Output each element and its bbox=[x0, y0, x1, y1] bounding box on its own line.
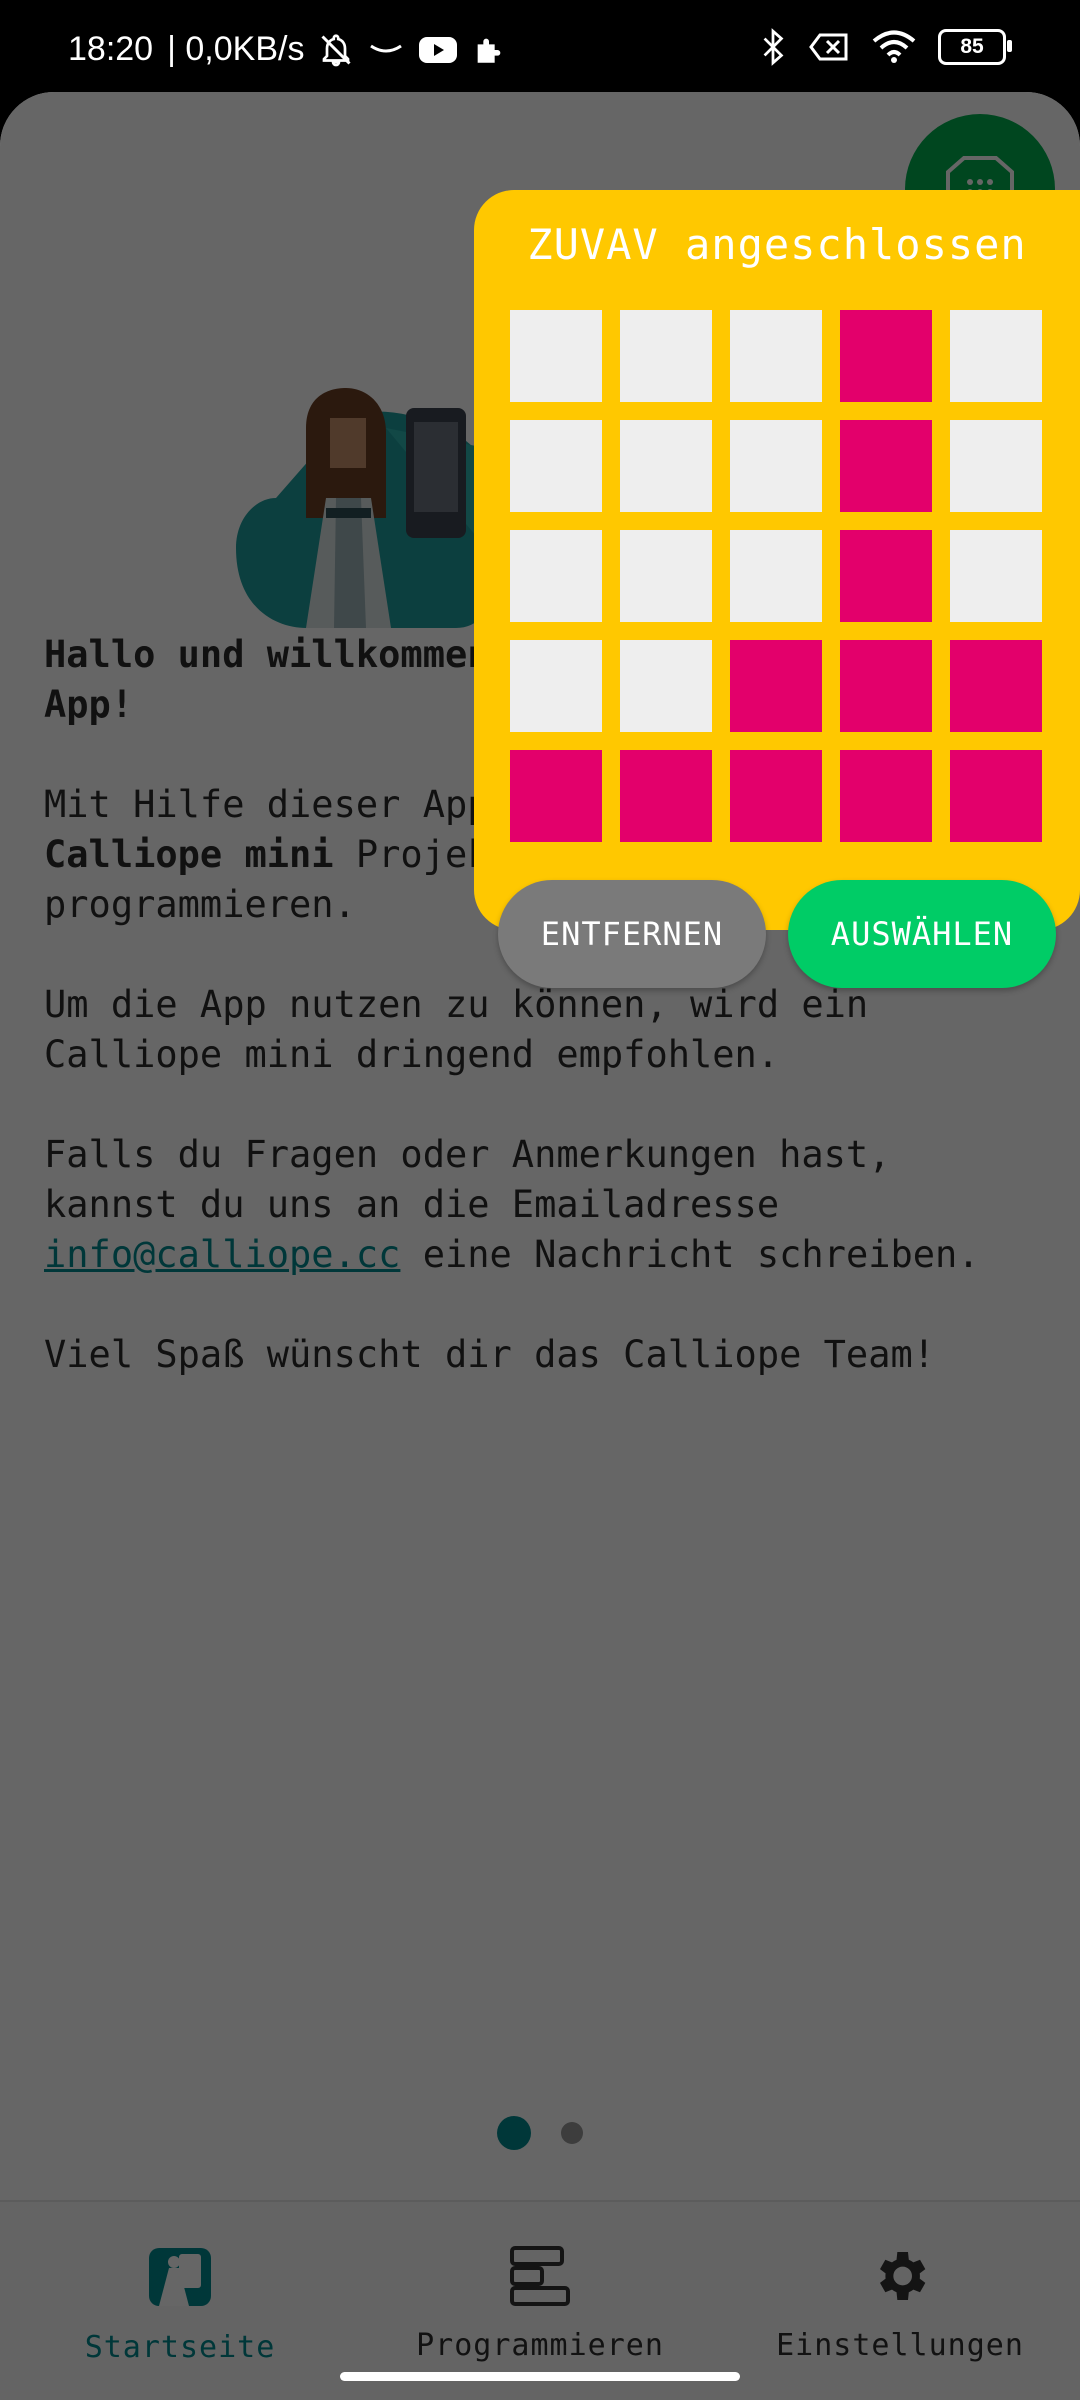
led-cell[interactable] bbox=[950, 530, 1042, 622]
status-network-speed: | 0,0KB/s bbox=[167, 30, 305, 68]
status-left: 18:20 | 0,0KB/s bbox=[68, 30, 506, 69]
page-dot-active[interactable] bbox=[497, 2116, 531, 2150]
blocks-icon bbox=[508, 2244, 572, 2312]
nav-item-startseite[interactable]: Startseite bbox=[0, 2202, 360, 2400]
nav-label-startseite: Startseite bbox=[84, 2330, 276, 2365]
remove-button[interactable]: ENTFERNEN bbox=[498, 880, 766, 988]
nav-label-einstellungen: Einstellungen bbox=[776, 2328, 1024, 2363]
bell-off-icon bbox=[318, 32, 354, 68]
led-cell[interactable] bbox=[950, 640, 1042, 732]
led-cell[interactable] bbox=[840, 750, 932, 842]
battery-level: 85 bbox=[960, 35, 984, 58]
led-cell[interactable] bbox=[510, 310, 602, 402]
led-cell[interactable] bbox=[950, 420, 1042, 512]
led-cell[interactable] bbox=[620, 420, 712, 512]
amazon-icon bbox=[368, 40, 404, 60]
led-cell[interactable] bbox=[510, 640, 602, 732]
led-cell[interactable] bbox=[840, 640, 932, 732]
email-link[interactable]: info@calliope.cc bbox=[44, 1233, 400, 1276]
led-cell[interactable] bbox=[730, 530, 822, 622]
led-cell[interactable] bbox=[840, 530, 932, 622]
status-bar: 18:20 | 0,0KB/s 85 bbox=[0, 0, 1080, 92]
status-time: 18:20 bbox=[68, 30, 154, 68]
led-cell[interactable] bbox=[950, 310, 1042, 402]
led-cell[interactable] bbox=[730, 420, 822, 512]
led-cell[interactable] bbox=[730, 640, 822, 732]
led-cell[interactable] bbox=[730, 750, 822, 842]
page-indicator bbox=[0, 2116, 1080, 2150]
select-button[interactable]: AUSWÄHLEN bbox=[788, 880, 1056, 988]
led-cell[interactable] bbox=[510, 750, 602, 842]
popup-title: ZUVAV angeschlossen bbox=[527, 220, 1027, 269]
led-cell[interactable] bbox=[620, 310, 712, 402]
bluetooth-icon bbox=[760, 28, 786, 66]
status-right: 85 bbox=[760, 28, 1012, 66]
led-cell[interactable] bbox=[620, 750, 712, 842]
gear-icon bbox=[868, 2244, 932, 2312]
home-indicator[interactable] bbox=[340, 2372, 740, 2381]
youtube-icon bbox=[418, 35, 458, 65]
welcome-recommendation: Um die App nutzen zu können, wird ein Ca… bbox=[44, 983, 869, 1076]
page-dot[interactable] bbox=[561, 2122, 583, 2144]
led-cell[interactable] bbox=[840, 310, 932, 402]
led-cell[interactable] bbox=[510, 420, 602, 512]
battery-icon: 85 bbox=[938, 29, 1012, 65]
contact-text-end: eine Nachricht schreiben. bbox=[400, 1233, 980, 1276]
led-cell[interactable] bbox=[950, 750, 1042, 842]
led-cell[interactable] bbox=[730, 310, 822, 402]
no-sim-icon bbox=[808, 31, 850, 63]
welcome-contact: Falls du Fragen oder Anmerkungen hast, k… bbox=[44, 1130, 1044, 1280]
led-cell[interactable] bbox=[620, 640, 712, 732]
nav-label-programmieren: Programmieren bbox=[416, 2328, 664, 2363]
nav-item-programmieren[interactable]: Programmieren bbox=[360, 2202, 720, 2400]
nav-item-einstellungen[interactable]: Einstellungen bbox=[720, 2202, 1080, 2400]
wifi-icon bbox=[872, 30, 916, 64]
bottom-navigation: Startseite Programmieren Einstellungen bbox=[0, 2200, 1080, 2400]
led-matrix bbox=[510, 310, 1042, 842]
home-calliope-icon bbox=[145, 2244, 215, 2314]
contact-text: Falls du Fragen oder Anmerkungen hast, k… bbox=[44, 1133, 891, 1226]
puzzle-icon bbox=[472, 33, 506, 67]
intro-device-name: Calliope mini bbox=[44, 833, 334, 876]
led-cell[interactable] bbox=[840, 420, 932, 512]
led-cell[interactable] bbox=[510, 530, 602, 622]
device-connected-popup: ZUVAV angeschlossen bbox=[474, 190, 1080, 930]
welcome-signoff: Viel Spaß wünscht dir das Calliope Team! bbox=[44, 1333, 936, 1376]
led-cell[interactable] bbox=[620, 530, 712, 622]
